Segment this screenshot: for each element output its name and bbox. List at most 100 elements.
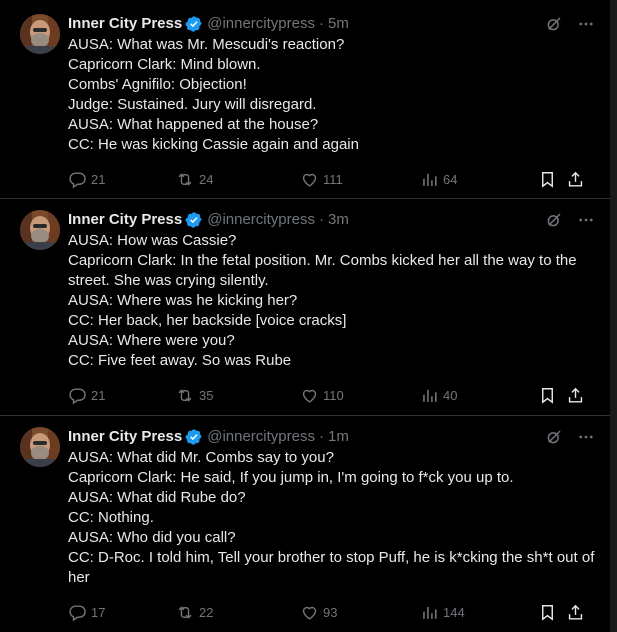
author-handle[interactable]: @innercitypress [207, 427, 315, 447]
verified-badge-icon [185, 428, 203, 446]
tweet-text-line: AUSA: Who did you call? [68, 529, 236, 546]
grok-icon[interactable] [544, 14, 564, 34]
views-icon [420, 603, 439, 622]
tweet-text-line: AUSA: Where was he kicking her? [68, 292, 298, 309]
tweet-text-line: CC: Her back, her backside [voice cracks… [68, 312, 347, 329]
repost-button[interactable]: 35 [175, 386, 213, 405]
repost-count: 22 [199, 604, 214, 620]
like-icon [300, 386, 319, 405]
scrollbar[interactable] [610, 0, 617, 632]
reply-icon [68, 170, 87, 189]
repost-button[interactable]: 22 [175, 603, 213, 622]
reply-count: 21 [91, 171, 106, 187]
like-count: 110 [323, 387, 344, 403]
share-icon [566, 386, 585, 405]
views-count: 64 [443, 171, 458, 187]
author-name[interactable]: Inner City Press [68, 14, 182, 34]
tweet-text-line: Capricorn Clark: In the fetal position. … [68, 252, 577, 289]
tweet-text-line: AUSA: What did Rube do? [68, 489, 246, 506]
tweet-text-line: AUSA: Where were you? [68, 332, 235, 349]
reply-icon [68, 603, 87, 622]
like-button[interactable]: 110 [300, 386, 344, 405]
author-name[interactable]: Inner City Press [68, 210, 182, 230]
tweet-text-line: CC: Five feet away. So was Rube [68, 352, 292, 369]
share-button[interactable] [566, 386, 585, 405]
share-button[interactable] [566, 170, 585, 189]
reply-button[interactable]: 21 [68, 386, 105, 405]
retweet-icon [175, 170, 195, 189]
more-icon[interactable] [576, 427, 596, 447]
verified-badge-icon [185, 211, 203, 229]
avatar[interactable] [20, 427, 60, 467]
tweet-header: Inner City Press @innercitypress · 3m [68, 210, 596, 230]
views-count: 144 [443, 604, 465, 620]
views-count: 40 [443, 387, 458, 403]
retweet-icon [175, 603, 195, 622]
author-handle[interactable]: @innercitypress [207, 210, 315, 230]
tweet-text-line: AUSA: How was Cassie? [68, 232, 237, 249]
tweet-actions: 21 24 111 64 [68, 169, 588, 189]
author-name[interactable]: Inner City Press [68, 427, 182, 447]
tweet[interactable]: Inner City Press @innercitypress · 5m AU… [0, 0, 610, 199]
tweet-text-line: Capricorn Clark: Mind blown. [68, 56, 261, 73]
views-button[interactable]: 144 [420, 603, 465, 622]
reply-count: 21 [91, 387, 106, 403]
tweet-text-line: AUSA: What did Mr. Combs say to you? [68, 449, 334, 466]
timeline-feed: Inner City Press @innercitypress · 5m AU… [0, 0, 610, 632]
tweet-text-line: Judge: Sustained. Jury will disregard. [68, 96, 317, 113]
separator-dot: · [318, 211, 324, 228]
verified-badge-icon [185, 15, 203, 33]
bookmark-button[interactable] [538, 603, 557, 622]
timestamp[interactable]: 3m [328, 210, 349, 230]
separator-dot: · [318, 428, 324, 445]
grok-icon[interactable] [544, 427, 564, 447]
repost-button[interactable]: 24 [175, 170, 213, 189]
share-icon [566, 603, 585, 622]
tweet-text: AUSA: How was Cassie? Capricorn Clark: I… [68, 231, 596, 371]
reply-count: 17 [91, 604, 106, 620]
tweet-actions: 21 35 110 40 [68, 385, 588, 405]
views-icon [420, 170, 439, 189]
tweet-text-line: CC: Nothing. [68, 509, 154, 526]
grok-icon[interactable] [544, 210, 564, 230]
avatar[interactable] [20, 210, 60, 250]
more-icon[interactable] [576, 14, 596, 34]
reply-icon [68, 386, 87, 405]
tweet-text-line: AUSA: What was Mr. Mescudi's reaction? [68, 36, 345, 53]
retweet-icon [175, 386, 195, 405]
author-handle[interactable]: @innercitypress [207, 14, 315, 34]
views-icon [420, 386, 439, 405]
avatar[interactable] [20, 14, 60, 54]
like-icon [300, 170, 319, 189]
tweet-text-line: Capricorn Clark: He said, If you jump in… [68, 469, 514, 486]
tweet[interactable]: Inner City Press @innercitypress · 3m AU… [0, 199, 610, 416]
bookmark-button[interactable] [538, 386, 557, 405]
tweet-actions: 17 22 93 144 [68, 602, 588, 622]
like-icon [300, 603, 319, 622]
bookmark-button[interactable] [538, 170, 557, 189]
tweet-text-line: AUSA: What happened at the house? [68, 116, 319, 133]
tweet-text: AUSA: What did Mr. Combs say to you? Cap… [68, 448, 596, 588]
separator-dot: · [318, 15, 324, 32]
repost-count: 24 [199, 171, 214, 187]
tweet-header: Inner City Press @innercitypress · 1m [68, 427, 596, 447]
reply-button[interactable]: 21 [68, 170, 105, 189]
views-button[interactable]: 40 [420, 386, 457, 405]
tweet-text-line: Combs' Agnifilo: Objection! [68, 76, 247, 93]
bookmark-icon [538, 386, 557, 405]
bookmark-icon [538, 170, 557, 189]
views-button[interactable]: 64 [420, 170, 457, 189]
timestamp[interactable]: 1m [328, 427, 349, 447]
like-count: 111 [323, 171, 343, 187]
tweet[interactable]: Inner City Press @innercitypress · 1m AU… [0, 416, 610, 632]
tweet-text: AUSA: What was Mr. Mescudi's reaction? C… [68, 35, 596, 155]
like-button[interactable]: 111 [300, 170, 343, 189]
reply-button[interactable]: 17 [68, 603, 105, 622]
share-button[interactable] [566, 603, 585, 622]
share-icon [566, 170, 585, 189]
like-button[interactable]: 93 [300, 603, 337, 622]
timestamp[interactable]: 5m [328, 14, 349, 34]
more-icon[interactable] [576, 210, 596, 230]
tweet-header: Inner City Press @innercitypress · 5m [68, 14, 596, 34]
bookmark-icon [538, 603, 557, 622]
